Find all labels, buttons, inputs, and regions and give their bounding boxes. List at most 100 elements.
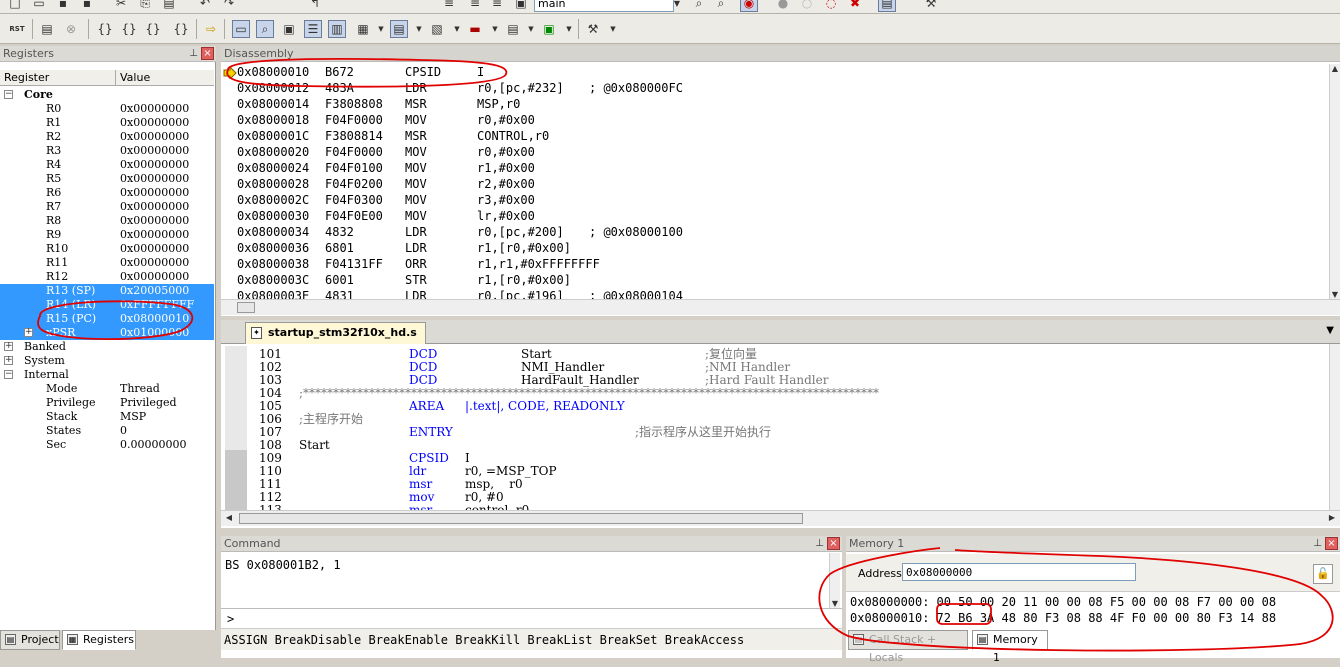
disassembly-row[interactable]: 0x08000034 4832 LDR r0,[pc,#200] ; @0x080001… [237, 224, 1317, 240]
register-row[interactable]: R0 0x00000000 [0, 102, 214, 116]
register-group-banked[interactable]: + Banked [0, 340, 214, 354]
code-line[interactable]: 109 CPSID I [221, 452, 1321, 465]
target-combo[interactable]: main [534, 0, 674, 12]
scroll-right-icon[interactable]: ▶ [1326, 513, 1338, 522]
register-value[interactable]: 0 [120, 424, 127, 438]
close-icon[interactable]: × [201, 47, 214, 60]
register-value[interactable]: 0x00000000 [120, 158, 189, 172]
close-icon[interactable]: × [827, 537, 840, 550]
disassembly-row[interactable]: 0x0800001C F3808814 MSR CONTROL,r0 [237, 128, 1317, 144]
step-over-icon[interactable]: {} [120, 20, 138, 38]
disassembly-row[interactable]: 0x08000010 B672 CPSID I [237, 64, 1317, 80]
tab-call-stack-locals[interactable]: ▤ Call Stack + Locals [848, 630, 968, 664]
disassembly-vertical-scrollbar[interactable]: ▲ ▼ [1329, 64, 1340, 299]
editor-text-area[interactable]: 101 DCD Start ;复位向量 102 DCD NMI_Handler ;NMI Ha… [221, 346, 1329, 511]
disassembly-row[interactable]: 0x08000030 F04F0E00 MOV lr,#0x00 [237, 208, 1317, 224]
memory-row[interactable]: 0x08000010: 72 B6 3A 48 80 F3 08 88 4F F0… [850, 610, 1336, 626]
run-icon[interactable]: ▤ [38, 20, 56, 38]
register-row[interactable]: R3 0x00000000 [0, 144, 214, 158]
trace-window-icon[interactable]: ▤ [504, 20, 522, 38]
call-stack-window-icon[interactable]: ▥ [328, 20, 346, 38]
undo-icon[interactable]: ↶ [196, 0, 214, 12]
register-row[interactable]: R15 (PC) 0x08000010 [0, 312, 214, 326]
register-row[interactable]: R1 0x00000000 [0, 116, 214, 130]
navigate-back-icon[interactable]: ↰ [306, 0, 324, 12]
reset-cpu-icon[interactable]: RST [6, 20, 28, 38]
register-value[interactable]: 0x08000010 [120, 312, 189, 326]
disassembly-row[interactable]: 0x0800003C 6001 STR r1,[r0,#0x00] [237, 272, 1317, 288]
step-into-icon[interactable]: {} [96, 20, 114, 38]
register-value[interactable]: 0.00000000 [120, 438, 186, 452]
watch-dropdown-icon[interactable]: ▼ [372, 20, 390, 38]
memory-dropdown-icon[interactable]: ▼ [410, 20, 428, 38]
register-row[interactable]: R11 0x00000000 [0, 256, 214, 270]
register-column-header[interactable]: Register [0, 70, 116, 86]
breakpoint-disable-icon[interactable]: ○ [798, 0, 816, 12]
register-value[interactable]: 0x00000000 [120, 172, 189, 186]
register-row[interactable]: Sec 0.00000000 [0, 438, 214, 452]
register-row[interactable]: R9 0x00000000 [0, 228, 214, 242]
register-value[interactable]: 0x20005000 [120, 284, 189, 298]
symbols-window-icon[interactable]: ▣ [280, 20, 298, 38]
register-value[interactable]: 0x00000000 [120, 102, 189, 116]
serial-window-icon[interactable]: ▧ [428, 20, 446, 38]
run-to-cursor-icon[interactable]: {} [172, 20, 190, 38]
scroll-thumb[interactable] [239, 513, 803, 524]
stop-icon[interactable]: ⊗ [62, 20, 80, 38]
disassembly-listing[interactable]: 0x08000010 B672 CPSID I 0x08000012 483A LDR r0,… [221, 64, 1329, 299]
pin-icon[interactable]: ⊥ [189, 46, 198, 62]
code-line[interactable]: 111 msr msp, r0 [221, 478, 1321, 491]
scroll-left-icon[interactable]: ◀ [223, 513, 235, 522]
lock-icon[interactable]: 🔓 [1313, 564, 1333, 584]
find-next-icon[interactable]: ⌕ [712, 0, 730, 12]
disassembly-window-icon[interactable]: ⌕ [256, 20, 274, 38]
window-layout-icon[interactable]: ▤ [878, 0, 896, 12]
tab-startup-file[interactable]: ✦ startup_stm32f10x_hd.s [245, 322, 426, 344]
register-value[interactable]: 0x00000000 [120, 256, 189, 270]
disassembly-row[interactable]: 0x08000028 F04F0200 MOV r2,#0x00 [237, 176, 1317, 192]
command-window-icon[interactable]: ▭ [232, 20, 250, 38]
memory-row[interactable]: 0x08000000: 00 50 00 20 11 00 00 08 F5 00… [850, 594, 1336, 610]
disassembly-row[interactable]: 0x08000024 F04F0100 MOV r1,#0x00 [237, 160, 1317, 176]
register-row[interactable]: R10 0x00000000 [0, 242, 214, 256]
trace-dropdown-icon[interactable]: ▼ [522, 20, 540, 38]
disassembly-row[interactable]: 0x08000036 6801 LDR r1,[r0,#0x00] [237, 240, 1317, 256]
expand-icon[interactable]: + [24, 328, 33, 337]
register-value[interactable]: 0xFFFFFFFF [120, 298, 194, 312]
register-value[interactable]: 0x00000000 [120, 130, 189, 144]
scroll-up-icon[interactable]: ▲ [1329, 64, 1340, 73]
tab-list-dropdown-icon[interactable]: ▼ [1326, 325, 1334, 336]
register-row[interactable]: R8 0x00000000 [0, 214, 214, 228]
memory-window-icon[interactable]: ▤ [390, 20, 408, 38]
indent-icon[interactable]: ≡ [440, 0, 458, 12]
configure-icon[interactable]: ⚒ [922, 0, 940, 12]
pin-icon[interactable]: ⊥ [815, 536, 824, 552]
register-value[interactable]: 0x00000000 [120, 214, 189, 228]
register-value[interactable]: 0x00000000 [120, 270, 189, 284]
disassembly-row[interactable]: 0x08000018 F04F0000 MOV r0,#0x00 [237, 112, 1317, 128]
code-line[interactable]: 108 Start [221, 439, 1321, 452]
disassembly-row[interactable]: 0x08000014 F3808808 MSR MSP,r0 [237, 96, 1317, 112]
register-row[interactable]: Stack MSP [0, 410, 214, 424]
register-row[interactable]: R7 0x00000000 [0, 200, 214, 214]
unindent-icon[interactable]: ≡ [466, 0, 484, 12]
command-input[interactable]: > [221, 608, 842, 628]
pin-icon[interactable]: ⊥ [1313, 536, 1322, 552]
debug-session-icon[interactable]: ◉ [740, 0, 758, 12]
expand-icon[interactable]: + [4, 356, 13, 365]
close-icon[interactable]: × [1325, 537, 1338, 550]
value-column-header[interactable]: Value [116, 70, 214, 86]
show-next-statement-icon[interactable]: ⇨ [202, 20, 220, 38]
register-row[interactable]: R2 0x00000000 [0, 130, 214, 144]
code-line[interactable]: 107 ENTRY ;指示程序从这里开始执行 [221, 426, 1321, 439]
redo-icon[interactable]: ↷ [220, 0, 238, 12]
register-value[interactable]: 0x00000000 [120, 200, 189, 214]
save-icon[interactable]: ▪ [54, 0, 72, 12]
watch-window-icon[interactable]: ▦ [354, 20, 372, 38]
scroll-down-icon[interactable]: ▼ [1329, 290, 1340, 299]
register-row[interactable]: R6 0x00000000 [0, 186, 214, 200]
register-row[interactable]: States 0 [0, 424, 214, 438]
register-value[interactable]: 0x00000000 [120, 242, 189, 256]
breakpoint-kill-all-icon[interactable]: ✖ [846, 0, 864, 12]
copy-icon[interactable]: ⎘ [136, 0, 154, 12]
